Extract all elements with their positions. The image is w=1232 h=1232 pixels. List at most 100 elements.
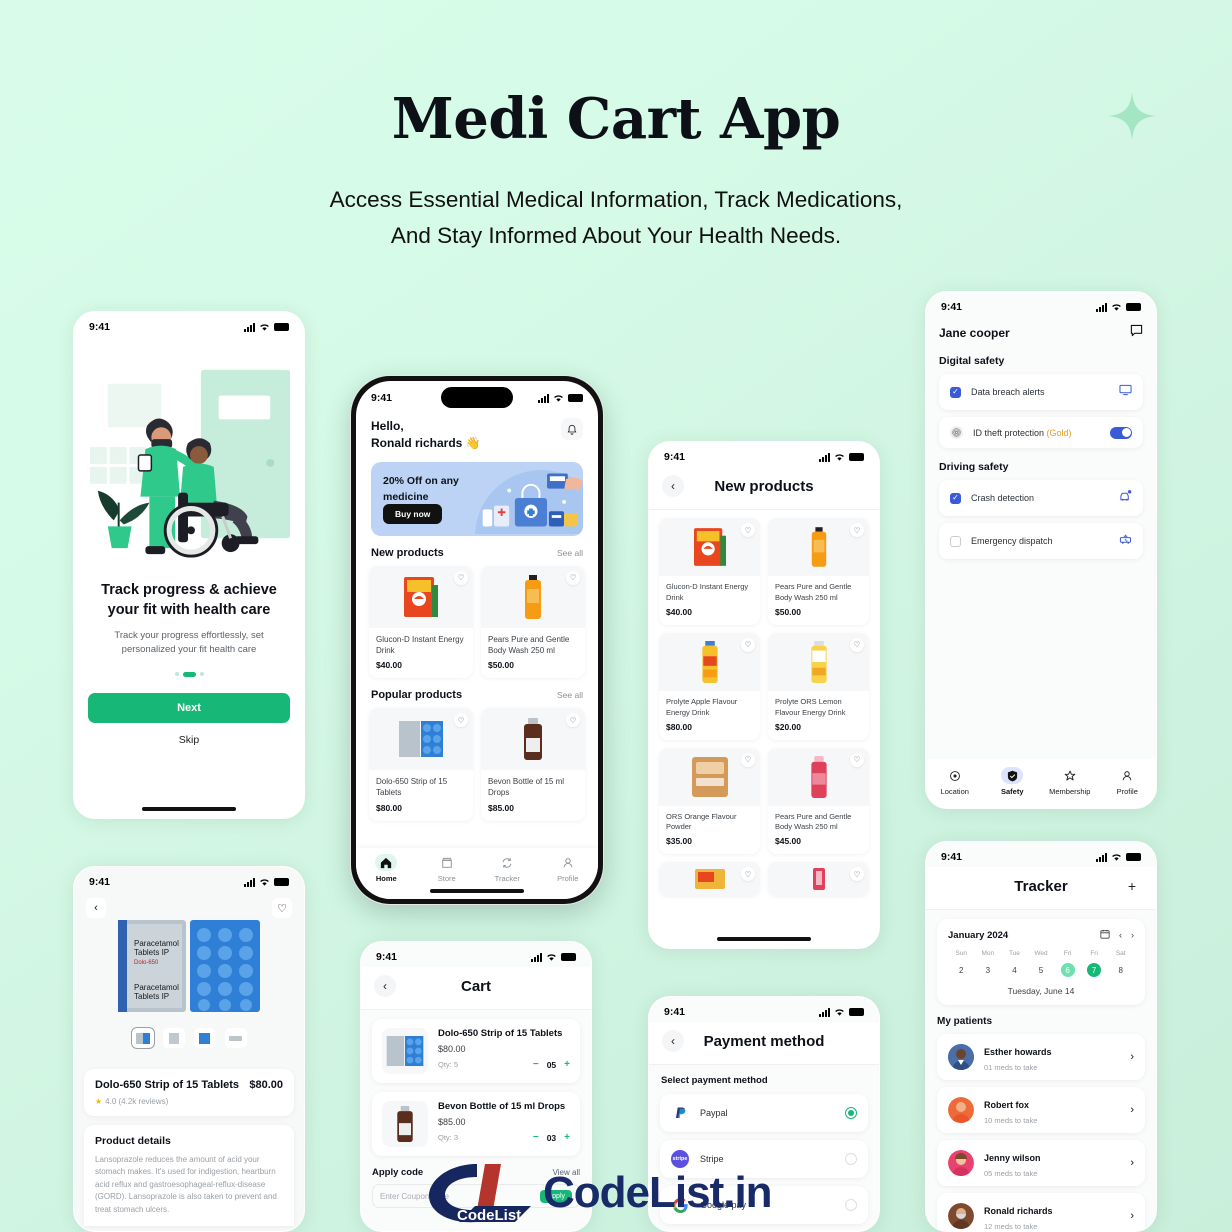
- signal-icon: [244, 877, 255, 887]
- favorite-button[interactable]: ♡: [272, 898, 292, 918]
- product-thumbnails[interactable]: [86, 1027, 292, 1049]
- thumbnail-4[interactable]: [224, 1028, 247, 1048]
- tab-membership[interactable]: Membership: [1041, 767, 1099, 796]
- product-card[interactable]: ♡ ORS Orange Flavour Powder $35.00: [659, 747, 760, 855]
- day-number[interactable]: 4: [1001, 963, 1028, 977]
- decrease-button[interactable]: −: [533, 1059, 539, 1070]
- favorite-icon[interactable]: ♡: [741, 523, 755, 537]
- dot-3[interactable]: [199, 672, 204, 677]
- day-number[interactable]: 8: [1107, 963, 1134, 977]
- view-all-coupons[interactable]: View all: [553, 1168, 580, 1177]
- apply-coupon-button[interactable]: Apply: [540, 1189, 572, 1203]
- favorite-icon[interactable]: ♡: [850, 637, 864, 652]
- tab-safety[interactable]: Safety: [984, 767, 1042, 796]
- toggle-id-theft[interactable]: [1110, 426, 1132, 439]
- tab-tracker[interactable]: Tracker: [477, 854, 538, 883]
- product-card[interactable]: ♡ Dolo-650 Strip of 15 Tablets $80.00: [369, 708, 473, 821]
- favorite-icon[interactable]: ♡: [850, 867, 864, 882]
- favorite-icon[interactable]: ♡: [741, 752, 755, 767]
- next-month-button[interactable]: ›: [1131, 930, 1134, 940]
- tab-store[interactable]: Store: [417, 854, 478, 883]
- radio-stripe[interactable]: [845, 1153, 857, 1165]
- next-button[interactable]: Next: [88, 692, 290, 723]
- calendar-icon[interactable]: [1100, 929, 1110, 941]
- chevron-right-icon[interactable]: ›: [1130, 1157, 1134, 1169]
- checkbox-data-breach[interactable]: ✓: [950, 386, 961, 398]
- product-card[interactable]: ♡ Glucon-D Instant Energy Drink $40.00: [659, 518, 760, 625]
- product-card[interactable]: ♡ Bevon Bottle of 15 ml Drops $85.00: [481, 708, 585, 821]
- patient-row[interactable]: Robert fox 10 meds to take ›: [937, 1087, 1145, 1133]
- product-card[interactable]: ♡ Glucon-D Instant Energy Drink $40.00: [369, 565, 473, 679]
- product-card[interactable]: ♡ Pears Pure and Gentle Body Wash 250 ml…: [768, 747, 869, 855]
- back-button[interactable]: ‹: [374, 975, 396, 997]
- day-number[interactable]: 5: [1028, 963, 1055, 977]
- chevron-right-icon[interactable]: ›: [1130, 1210, 1134, 1222]
- promo-banner[interactable]: 20% Off on any medicine Buy now: [371, 461, 583, 536]
- messages-button[interactable]: [1130, 324, 1143, 342]
- radio-google-pay[interactable]: [845, 1199, 857, 1211]
- favorite-icon[interactable]: ♡: [850, 752, 864, 767]
- favorite-icon[interactable]: ♡: [454, 570, 468, 585]
- chevron-right-icon[interactable]: ›: [1130, 1104, 1134, 1116]
- add-button[interactable]: +: [1121, 875, 1143, 897]
- increase-button[interactable]: +: [564, 1059, 570, 1070]
- safety-row-emergency-dispatch[interactable]: Emergency dispatch: [939, 523, 1143, 559]
- cart-row[interactable]: Dolo-650 Strip of 15 Tablets $80.00 Qty:…: [372, 1019, 580, 1083]
- coupon-input[interactable]: Enter Coupon code Apply: [372, 1184, 580, 1208]
- back-button[interactable]: ‹: [662, 475, 684, 497]
- dot-1[interactable]: [174, 672, 179, 677]
- favorite-icon[interactable]: ♡: [566, 713, 580, 728]
- tab-profile[interactable]: Profile: [538, 854, 599, 883]
- day-number[interactable]: 3: [975, 963, 1002, 977]
- day-number-selected[interactable]: 7: [1081, 963, 1108, 977]
- quantity-stepper[interactable]: − 03 +: [533, 1132, 570, 1143]
- notifications-button[interactable]: [561, 418, 583, 440]
- product-card[interactable]: ♡: [659, 862, 760, 897]
- product-card[interactable]: ♡ Prolyte ORS Lemon Flavour Energy Drink…: [768, 632, 869, 740]
- increase-button[interactable]: +: [564, 1132, 570, 1143]
- radio-paypal[interactable]: [845, 1107, 857, 1119]
- chevron-right-icon[interactable]: ›: [1130, 1051, 1134, 1063]
- day-number[interactable]: 2: [948, 963, 975, 977]
- thumbnail-3[interactable]: [193, 1028, 216, 1048]
- dot-2-active[interactable]: [182, 671, 196, 677]
- prev-month-button[interactable]: ‹: [1119, 930, 1122, 940]
- payment-option-stripe[interactable]: stripe Stripe: [660, 1140, 868, 1178]
- status-bar: 9:41: [649, 997, 879, 1022]
- skip-button[interactable]: Skip: [74, 734, 304, 746]
- quantity-stepper[interactable]: − 05 +: [533, 1059, 570, 1070]
- favorite-icon[interactable]: ♡: [566, 570, 580, 585]
- payment-option-paypal[interactable]: Paypal: [660, 1094, 868, 1132]
- favorite-icon[interactable]: ♡: [850, 523, 864, 537]
- thumbnail-2[interactable]: [162, 1028, 185, 1048]
- cart-row[interactable]: Bevon Bottle of 15 ml Drops $85.00 Qty: …: [372, 1092, 580, 1156]
- product-card[interactable]: ♡ Pears Pure and Gentle Body Wash 250 ml…: [481, 565, 585, 679]
- patient-row[interactable]: Jenny wilson 05 meds to take ›: [937, 1140, 1145, 1186]
- tab-profile[interactable]: Profile: [1099, 767, 1157, 796]
- day-name: Mon: [981, 950, 995, 957]
- favorite-icon[interactable]: ♡: [741, 867, 755, 882]
- tab-home[interactable]: Home: [356, 854, 417, 883]
- payment-option-google-pay[interactable]: Google pay: [660, 1186, 868, 1224]
- patient-row[interactable]: Esther howards 01 meds to take ›: [937, 1034, 1145, 1080]
- checkbox-emergency-dispatch[interactable]: [950, 535, 961, 547]
- safety-row-crash-detection[interactable]: ✓ Crash detection: [939, 480, 1143, 516]
- see-all-new-products[interactable]: See all: [557, 548, 583, 558]
- back-button[interactable]: ‹: [86, 898, 106, 918]
- buy-now-button[interactable]: Buy now: [383, 503, 443, 524]
- decrease-button[interactable]: −: [533, 1132, 539, 1143]
- product-card[interactable]: ♡ Pears Pure and Gentle Body Wash 250 ml…: [768, 518, 869, 625]
- patient-row[interactable]: Ronald richards 12 meds to take ›: [937, 1193, 1145, 1231]
- see-all-popular-products[interactable]: See all: [557, 690, 583, 700]
- product-card[interactable]: ♡ Prolyte Apple Flavour Energy Drink $80…: [659, 632, 760, 740]
- safety-row-data-breach[interactable]: ✓ Data breach alerts: [939, 374, 1143, 410]
- tab-location[interactable]: Location: [926, 767, 984, 796]
- checkbox-crash-detection[interactable]: ✓: [950, 492, 961, 504]
- back-button[interactable]: ‹: [662, 1030, 684, 1052]
- thumbnail-1[interactable]: [130, 1027, 155, 1049]
- safety-row-id-theft[interactable]: ID theft protection (Gold): [939, 417, 1143, 448]
- day-number[interactable]: 6: [1054, 963, 1081, 977]
- favorite-icon[interactable]: ♡: [741, 637, 755, 652]
- product-card[interactable]: ♡: [768, 862, 869, 897]
- favorite-icon[interactable]: ♡: [454, 713, 468, 728]
